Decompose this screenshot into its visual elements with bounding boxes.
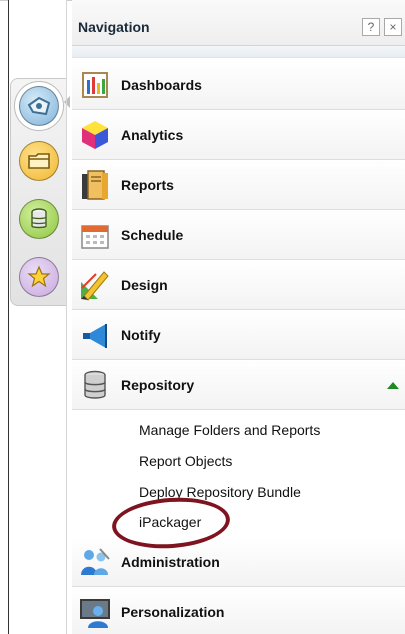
nav-label-repository: Repository	[121, 377, 195, 393]
nav-item-personalization[interactable]: Personalization	[72, 587, 405, 634]
nav-label-personalization: Personalization	[121, 604, 225, 620]
nav-item-analytics[interactable]: Analytics	[72, 110, 405, 160]
nav-label-dashboards: Dashboards	[121, 77, 202, 93]
submenu-report-objects[interactable]: Report Objects	[139, 453, 232, 469]
home-icon	[19, 86, 59, 126]
rail-database-button[interactable]	[14, 194, 64, 244]
header-stripe	[72, 46, 405, 58]
panel-header: Navigation ? ×	[72, 0, 405, 46]
help-button[interactable]: ?	[362, 18, 380, 36]
nav-label-reports: Reports	[121, 177, 174, 193]
rail-active-pointer	[64, 96, 70, 108]
repository-stack-icon	[78, 368, 112, 402]
cube-icon	[78, 118, 112, 152]
nav-item-reports[interactable]: Reports	[72, 160, 405, 210]
nav-label-analytics: Analytics	[121, 127, 184, 143]
nav-label-design: Design	[121, 277, 168, 293]
nav-item-administration[interactable]: Administration	[72, 537, 405, 587]
nav-item-design[interactable]: Design	[72, 260, 405, 310]
design-pencil-icon	[78, 268, 112, 302]
collapse-arrow-icon[interactable]	[387, 382, 399, 389]
personalization-monitor-icon	[78, 595, 112, 629]
nav-label-schedule: Schedule	[121, 227, 184, 243]
rail-home-button[interactable]	[14, 81, 64, 131]
database-icon	[19, 199, 59, 239]
folder-icon	[19, 141, 59, 181]
report-books-icon	[78, 168, 112, 202]
nav-label-notify: Notify	[121, 327, 161, 343]
calendar-icon	[78, 218, 112, 252]
megaphone-icon	[78, 318, 112, 352]
page-title: Navigation	[78, 19, 150, 35]
submenu-manage-folders[interactable]: Manage Folders and Reports	[139, 422, 320, 438]
star-icon	[19, 257, 59, 297]
rail-folder-button[interactable]	[14, 136, 64, 186]
admin-users-icon	[78, 545, 112, 579]
nav-label-administration: Administration	[121, 554, 220, 570]
close-button[interactable]: ×	[384, 18, 402, 36]
nav-item-notify[interactable]: Notify	[72, 310, 405, 360]
nav-item-dashboards[interactable]: Dashboards	[72, 60, 405, 110]
rail-divider	[66, 0, 67, 634]
nav-item-repository[interactable]: Repository	[72, 360, 405, 410]
rail-favorites-button[interactable]	[14, 252, 64, 302]
nav-item-schedule[interactable]: Schedule	[72, 210, 405, 260]
dashboard-chart-icon	[78, 68, 112, 102]
